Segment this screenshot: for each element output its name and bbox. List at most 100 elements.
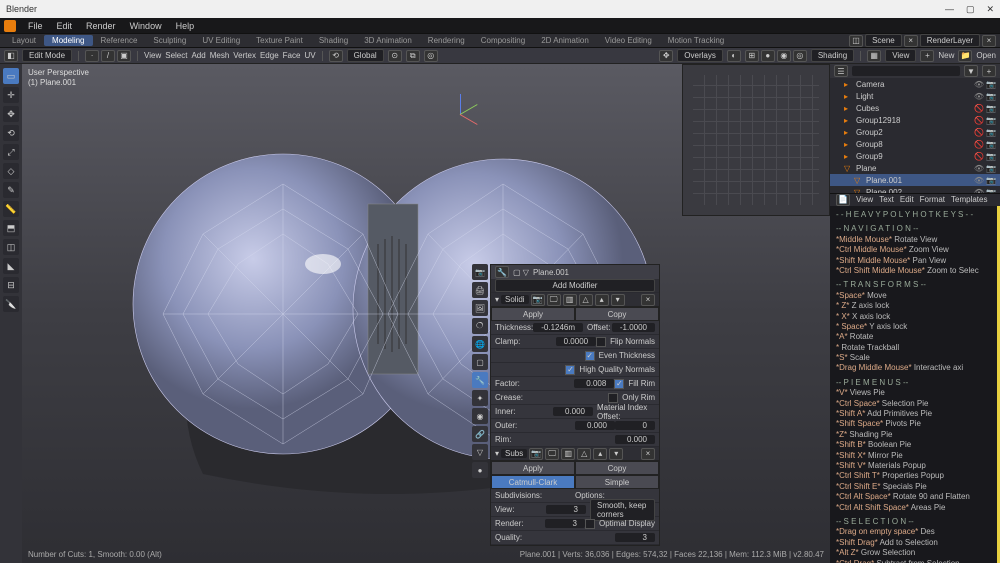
xray-icon[interactable]: ◐ bbox=[727, 50, 741, 62]
tool-bevel[interactable]: ◣ bbox=[3, 258, 19, 274]
menu-window[interactable]: Window bbox=[124, 21, 168, 31]
orient-icon[interactable]: ⟲ bbox=[329, 50, 343, 62]
mod2-editmode-icon[interactable]: ▥ bbox=[561, 448, 575, 460]
clamp-value[interactable]: 0.0000 bbox=[556, 337, 596, 346]
tool-annotate[interactable]: ✎ bbox=[3, 182, 19, 198]
proptab-particle[interactable]: ✦ bbox=[472, 390, 488, 406]
viewport-3d[interactable]: User Perspective (1) Plane.001 bbox=[22, 64, 830, 563]
subrender-value[interactable]: 3 bbox=[545, 519, 585, 528]
subquality-value[interactable]: 3 bbox=[615, 533, 655, 542]
mod2-up-icon[interactable]: ▴ bbox=[593, 448, 607, 460]
tool-select[interactable]: ▭ bbox=[3, 68, 19, 84]
workspace-tab[interactable]: 3D Animation bbox=[356, 35, 420, 46]
mod1-realtime-icon[interactable]: 🖵 bbox=[547, 294, 561, 306]
mod1-editmode-icon[interactable]: ▥ bbox=[563, 294, 577, 306]
eye-icon[interactable]: 👁 bbox=[974, 92, 984, 101]
proptab-modifier[interactable]: 🔧 bbox=[472, 372, 488, 388]
render-vis-icon[interactable]: 📷 bbox=[986, 116, 996, 125]
viewlayer-select[interactable]: RenderLayer bbox=[920, 34, 980, 47]
proptab-physics[interactable]: ◉ bbox=[472, 408, 488, 424]
outliner-item[interactable]: ▸Group12918🚫📷 bbox=[830, 114, 1000, 126]
uv-editor[interactable] bbox=[682, 64, 830, 216]
scene-icon[interactable]: ◫ bbox=[849, 35, 863, 47]
eventhick-check[interactable]: ✓ bbox=[585, 351, 595, 361]
workspace-tab[interactable]: Motion Tracking bbox=[660, 35, 732, 46]
menu-help[interactable]: Help bbox=[170, 21, 201, 31]
proptab-object[interactable]: ▢ bbox=[472, 354, 488, 370]
workspace-tab[interactable]: Layout bbox=[4, 35, 44, 46]
shading-dropdown[interactable]: Shading bbox=[811, 49, 854, 62]
workspace-tab[interactable]: Texture Paint bbox=[248, 35, 311, 46]
mod1-up-icon[interactable]: ▴ bbox=[595, 294, 609, 306]
proptab-output[interactable]: 🖨 bbox=[472, 282, 488, 298]
outliner-item[interactable]: ▸Group9🚫📷 bbox=[830, 150, 1000, 162]
hdr-add[interactable]: Add bbox=[191, 51, 205, 60]
proptab-render[interactable]: 📷 bbox=[472, 264, 488, 280]
eye-icon[interactable]: 🚫 bbox=[974, 140, 984, 149]
proptab-constraint[interactable]: 🔗 bbox=[472, 426, 488, 442]
render-vis-icon[interactable]: 📷 bbox=[986, 176, 996, 185]
workspace-tab[interactable]: Sculpting bbox=[145, 35, 194, 46]
hqnorm-check[interactable]: ✓ bbox=[565, 365, 575, 375]
inner-value[interactable]: 0.000 bbox=[553, 407, 593, 416]
proptab-data[interactable]: ▽ bbox=[472, 444, 488, 460]
mod2-down-icon[interactable]: ▾ bbox=[609, 448, 623, 460]
mod2-cage-icon[interactable]: △ bbox=[577, 448, 591, 460]
text-editor-icon[interactable]: 📄 bbox=[836, 194, 850, 206]
render-vis-icon[interactable]: 📷 bbox=[986, 128, 996, 137]
hdr-uv[interactable]: UV bbox=[304, 51, 315, 60]
eye-icon[interactable]: 🚫 bbox=[974, 104, 984, 113]
tool-move[interactable]: ✥ bbox=[3, 106, 19, 122]
workspace-tab[interactable]: Modeling bbox=[44, 35, 92, 46]
outliner-item[interactable]: ▽Plane.001👁📷 bbox=[830, 174, 1000, 186]
mod1-name[interactable]: Solidi bbox=[501, 295, 529, 304]
offset-value[interactable]: -1.0000 bbox=[612, 323, 655, 332]
outliner-item[interactable]: ▽Plane.002👁📷 bbox=[830, 186, 1000, 194]
outliner-item[interactable]: ▸Light👁📷 bbox=[830, 90, 1000, 102]
add-modifier-button[interactable]: Add Modifier bbox=[495, 279, 655, 292]
tool-rotate[interactable]: ⟲ bbox=[3, 125, 19, 141]
eye-icon[interactable]: 👁 bbox=[974, 164, 984, 173]
mod2-copy[interactable]: Copy bbox=[575, 461, 659, 475]
outliner-new-icon[interactable]: + bbox=[982, 65, 996, 77]
face-mode-icon[interactable]: ▣ bbox=[117, 50, 131, 62]
subview-value[interactable]: 3 bbox=[546, 505, 586, 514]
mod2-name[interactable]: Subs bbox=[501, 449, 527, 458]
workspace-tab[interactable]: Shading bbox=[311, 35, 356, 46]
outliner-item[interactable]: ▸Group8🚫📷 bbox=[830, 138, 1000, 150]
edge-mode-icon[interactable]: / bbox=[101, 50, 115, 62]
tool-cursor[interactable]: ✛ bbox=[3, 87, 19, 103]
mod1-down-icon[interactable]: ▾ bbox=[611, 294, 625, 306]
render-vis-icon[interactable]: 📷 bbox=[986, 92, 996, 101]
mod1-close-icon[interactable]: × bbox=[641, 294, 655, 306]
workspace-tab[interactable]: Reference bbox=[93, 35, 146, 46]
subdiv-simple[interactable]: Simple bbox=[575, 475, 659, 489]
mod1-copy[interactable]: Copy bbox=[575, 307, 659, 321]
workspace-tab[interactable]: Compositing bbox=[473, 35, 533, 46]
propedit-icon[interactable]: ◎ bbox=[424, 50, 438, 62]
render-vis-icon[interactable]: 📷 bbox=[986, 80, 996, 89]
proptab-viewlayer[interactable]: 🖼 bbox=[472, 300, 488, 316]
mod2-realtime-icon[interactable]: 🖵 bbox=[545, 448, 559, 460]
outliner-item[interactable]: ▽Plane👁📷 bbox=[830, 162, 1000, 174]
menu-file[interactable]: File bbox=[22, 21, 49, 31]
shading-group[interactable]: ⊞ ● ◉ ◎ bbox=[745, 50, 807, 62]
hdr-vertex[interactable]: Vertex bbox=[233, 51, 256, 60]
mod-expand-icon[interactable]: ▾ bbox=[495, 295, 499, 304]
uv-open[interactable]: Open bbox=[976, 51, 996, 60]
mod2-expand-icon[interactable]: ▾ bbox=[495, 449, 499, 458]
orient-select[interactable]: Global bbox=[347, 49, 384, 62]
subdiv-options[interactable]: Smooth, keep corners bbox=[590, 499, 655, 521]
outliner-item[interactable]: ▸Cubes🚫📷 bbox=[830, 102, 1000, 114]
mod1-render-icon[interactable]: 📷 bbox=[531, 294, 545, 306]
eye-icon[interactable]: 👁 bbox=[974, 176, 984, 185]
window-max[interactable]: ▢ bbox=[966, 4, 975, 15]
eye-icon[interactable]: 👁 bbox=[974, 80, 984, 89]
mod2-render-icon[interactable]: 📷 bbox=[529, 448, 543, 460]
lookdev-shade-icon[interactable]: ◉ bbox=[777, 50, 791, 62]
window-min[interactable]: — bbox=[945, 4, 954, 15]
tool-knife[interactable]: 🔪 bbox=[3, 296, 19, 312]
hdr-face[interactable]: Face bbox=[283, 51, 301, 60]
tool-scale[interactable]: ⤢ bbox=[3, 144, 19, 160]
viewlayer-close-icon[interactable]: × bbox=[982, 35, 996, 47]
